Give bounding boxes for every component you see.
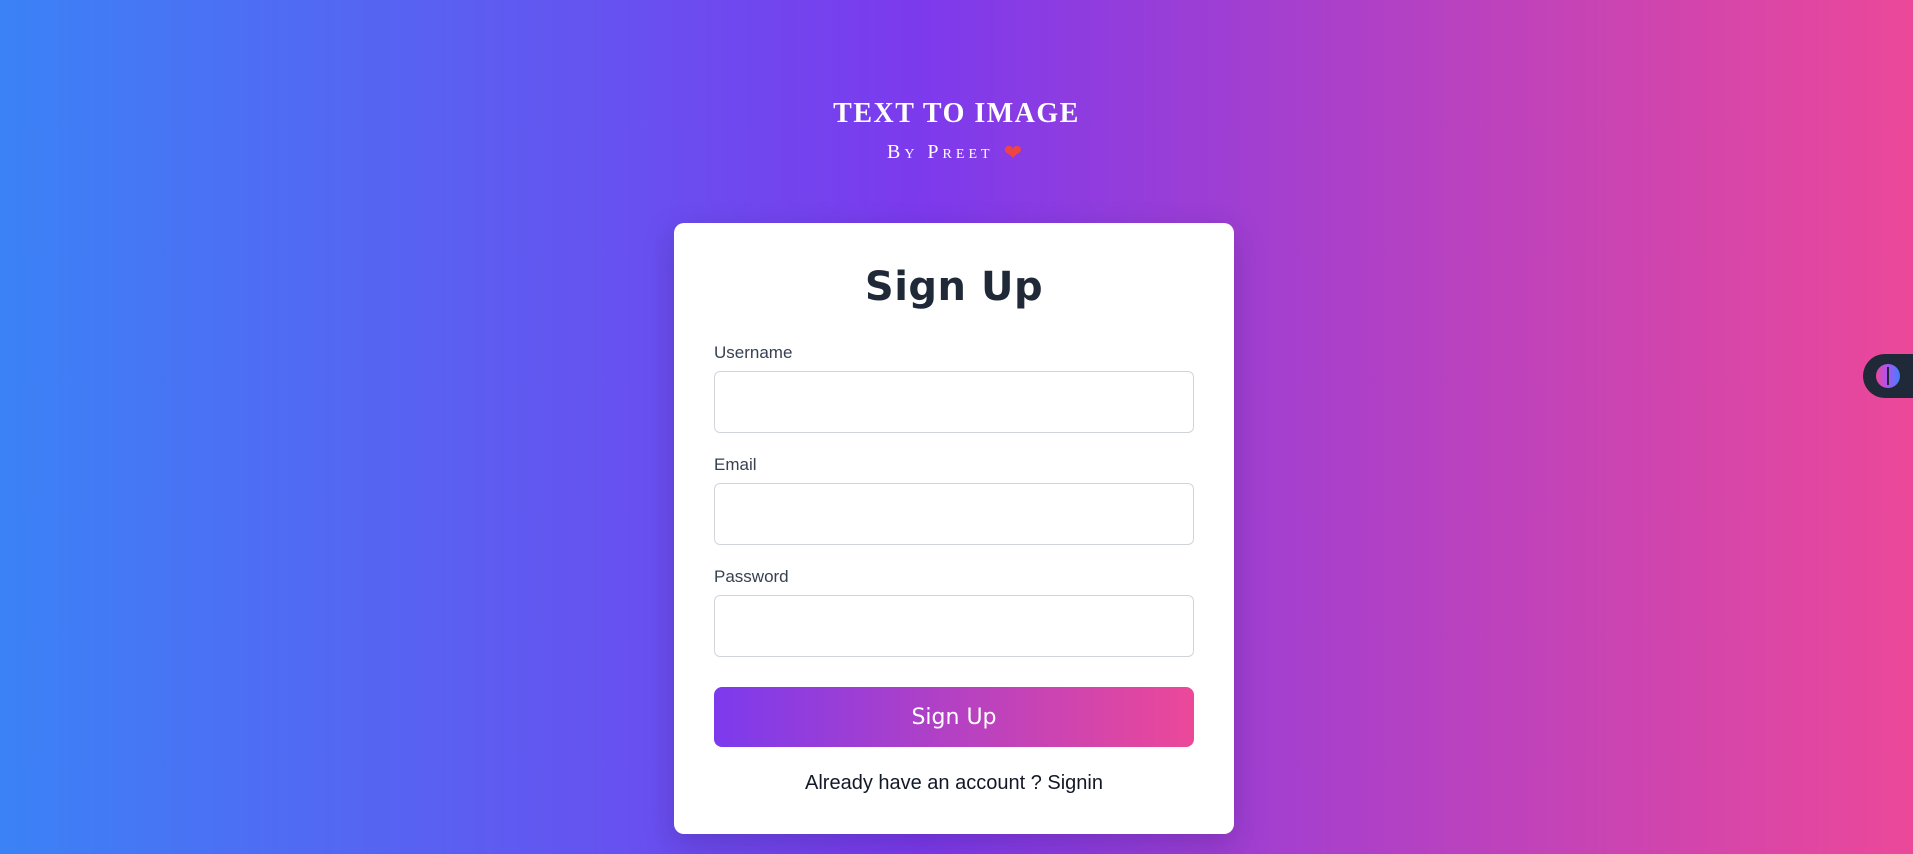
password-label: Password <box>714 567 789 586</box>
username-label: Username <box>714 343 793 362</box>
signin-link[interactable]: Signin <box>1047 772 1103 794</box>
heart-icon: ❤ <box>1003 140 1026 166</box>
app-title: TEXT TO IMAGE <box>833 98 1080 129</box>
password-field-group: Password <box>714 567 1194 657</box>
signin-prompt: Already have an account ? <box>805 772 1042 794</box>
email-input[interactable] <box>714 483 1194 545</box>
byline-text: By Preet <box>886 141 994 163</box>
form-title: Sign Up <box>864 264 1044 310</box>
side-widget-button[interactable] <box>1863 354 1913 398</box>
app-header: TEXT TO IMAGE By Preet ❤ <box>0 98 1913 165</box>
signup-card: Sign Up Username Email Password Sign Up … <box>674 223 1234 834</box>
username-field-group: Username <box>714 343 1194 433</box>
signup-button[interactable]: Sign Up <box>714 687 1194 747</box>
email-field-group: Email <box>714 455 1194 545</box>
username-input[interactable] <box>714 371 1194 433</box>
byline: By Preet ❤ <box>0 140 1913 165</box>
signin-row: Already have an account ? Signin <box>714 771 1194 795</box>
password-input[interactable] <box>714 595 1194 657</box>
email-label: Email <box>714 455 757 474</box>
brain-icon <box>1876 364 1900 388</box>
